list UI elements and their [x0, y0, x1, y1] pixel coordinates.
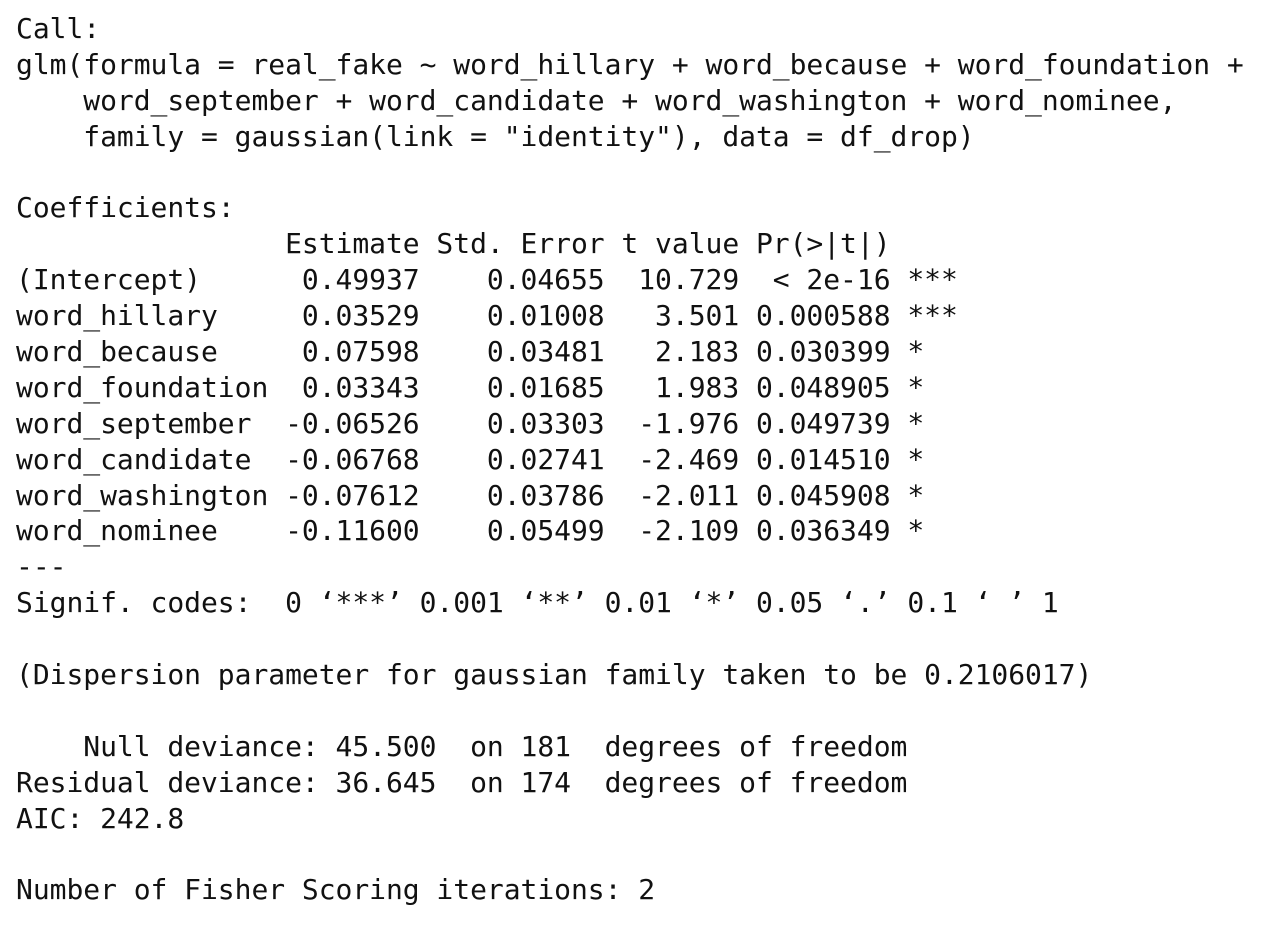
- formula-line-3: family = gaussian(link = "identity"), da…: [16, 119, 975, 153]
- coefficient-row-word-foundation: word_foundation 0.03343 0.01685 1.983 0.…: [16, 370, 958, 404]
- separator-line: ---: [16, 550, 67, 584]
- residual-deviance: Residual deviance: 36.645 on 174 degrees…: [16, 765, 908, 799]
- r-glm-summary-output: Call: glm(formula = real_fake ~ word_hill…: [16, 11, 1244, 908]
- coefficient-row-word-september: word_september -0.06526 0.03303 -1.976 0…: [16, 406, 958, 440]
- coefficient-row-word-because: word_because 0.07598 0.03481 2.183 0.030…: [16, 335, 958, 369]
- coefficient-row-word-candidate: word_candidate -0.06768 0.02741 -2.469 0…: [16, 442, 958, 476]
- aic-value: AIC: 242.8: [16, 801, 185, 835]
- formula-line-2: word_september + word_candidate + word_w…: [16, 83, 1177, 117]
- coefficients-table-header: Estimate Std. Error t value Pr(>|t|): [16, 227, 958, 261]
- coefficient-row-intercept: (Intercept) 0.49937 0.04655 10.729 < 2e-…: [16, 263, 958, 297]
- fisher-scoring-iterations: Number of Fisher Scoring iterations: 2: [16, 873, 656, 907]
- coefficients-heading: Coefficients:: [16, 191, 235, 225]
- coefficient-row-word-hillary: word_hillary 0.03529 0.01008 3.501 0.000…: [16, 299, 958, 333]
- coefficient-row-word-washington: word_washington -0.07612 0.03786 -2.011 …: [16, 478, 958, 512]
- call-heading: Call:: [16, 12, 101, 45]
- formula-line-1: glm(formula = real_fake ~ word_hillary +…: [16, 47, 1244, 81]
- null-deviance: Null deviance: 45.500 on 181 degrees of …: [16, 729, 908, 763]
- coefficient-row-word-nominee: word_nominee -0.11600 0.05499 -2.109 0.0…: [16, 514, 958, 548]
- significance-codes: Signif. codes: 0 ‘***’ 0.001 ‘**’ 0.01 ‘…: [16, 586, 1059, 620]
- dispersion-parameter: (Dispersion parameter for gaussian famil…: [16, 658, 1093, 692]
